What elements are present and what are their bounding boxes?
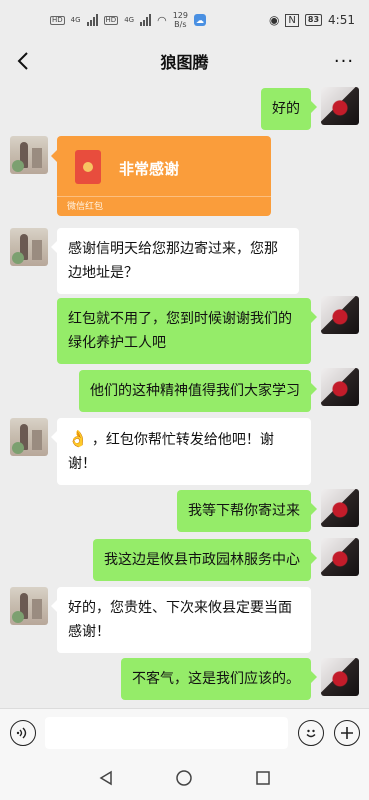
battery-icon: 83 (304, 14, 323, 26)
self-avatar[interactable] (321, 658, 359, 696)
message-input[interactable] (45, 717, 288, 749)
emoji-button[interactable] (298, 720, 324, 746)
input-bar (0, 708, 369, 756)
divider (57, 196, 271, 197)
wifi-icon: ◠ (157, 13, 167, 27)
message-bubble-other[interactable]: 好的，您贵姓、下次来攸县定要当面感谢！ (51, 587, 311, 653)
status-left: HD 4G HD 4G ◠ 129 B/s ☁ (50, 11, 206, 29)
contact-avatar[interactable] (10, 418, 48, 456)
hd-badge: HD (50, 15, 65, 25)
net-speed-value: 129 (172, 11, 188, 20)
message-bubble-other[interactable]: 👌 ，红包你帮忙转发给他吧！谢谢！ (51, 418, 311, 485)
system-recents-button[interactable] (253, 768, 273, 788)
red-packet-footer: 微信红包 (67, 202, 104, 212)
status-right: ◉ N 83 4:51 (269, 13, 355, 27)
chevron-left-icon (17, 52, 28, 70)
contact-avatar[interactable] (10, 228, 48, 266)
status-bar: HD 4G HD 4G ◠ 129 B/s ☁ ◉ N 83 4:51 (0, 0, 369, 40)
more-button[interactable]: ··· (329, 48, 359, 74)
red-packet-title: 非常感谢 (119, 160, 180, 178)
voice-button[interactable] (10, 720, 36, 746)
eye-comfort-icon: ◉ (268, 13, 280, 27)
message-bubble-other[interactable]: 感谢信明天给您那边寄过来，您那边地址是？ (51, 228, 299, 294)
self-avatar[interactable] (321, 296, 359, 334)
system-navigation-bar (0, 756, 369, 800)
net-speed: 129 B/s (173, 11, 188, 29)
self-avatar[interactable] (321, 87, 359, 125)
network-label-2: 4G (124, 16, 135, 24)
message-text: ，红包你帮忙转发给他吧！谢谢！ (68, 432, 274, 472)
contact-avatar[interactable] (10, 136, 48, 174)
message-list[interactable]: 好的 非常感谢 微信红包 感谢信明天给您那边寄过来，您那边地址是？ 红包就不用了… (0, 82, 369, 708)
clock: 4:51 (328, 13, 355, 27)
voice-icon (16, 727, 27, 739)
system-back-button[interactable] (96, 768, 116, 788)
ok-hand-emoji: 👌 (68, 429, 88, 448)
message-bubble-self[interactable]: 我这边是攸县市政园林服务中心 (93, 539, 317, 581)
self-avatar[interactable] (321, 368, 359, 406)
nfc-icon: N (285, 13, 299, 27)
square-recents-icon (256, 771, 270, 785)
red-packet-card[interactable]: 非常感谢 微信红包 (51, 136, 271, 216)
network-label-1: 4G (70, 16, 81, 24)
contact-avatar[interactable] (10, 587, 48, 625)
more-functions-button[interactable] (334, 720, 360, 746)
signal-icon-2 (140, 14, 152, 26)
red-packet-icon (75, 150, 101, 184)
emoji-icon (306, 729, 316, 738)
net-speed-unit: B/s (174, 20, 187, 29)
circle-home-icon (176, 770, 192, 786)
message-bubble-self[interactable]: 好的 (261, 88, 317, 130)
chat-title: 狼图腾 (160, 53, 209, 72)
system-home-button[interactable] (174, 768, 194, 788)
message-bubble-self[interactable]: 不客气，这是我们应该的。 (121, 658, 317, 700)
message-bubble-self[interactable]: 红包就不用了，您到时候谢谢我们的绿化养护工人吧 (57, 298, 317, 364)
signal-icon (86, 14, 98, 26)
plus-icon (341, 727, 353, 739)
back-button[interactable] (10, 48, 36, 74)
message-bubble-self[interactable]: 他们的这种精神值得我们大家学习 (79, 370, 317, 412)
self-avatar[interactable] (321, 538, 359, 576)
self-avatar[interactable] (321, 489, 359, 527)
hd-badge-2: HD (103, 15, 119, 25)
triangle-back-icon (99, 770, 112, 786)
app-notification-icon: ☁ (193, 14, 206, 26)
chat-header: 狼图腾 ··· (0, 40, 369, 82)
message-bubble-self[interactable]: 我等下帮你寄过来 (177, 490, 317, 532)
